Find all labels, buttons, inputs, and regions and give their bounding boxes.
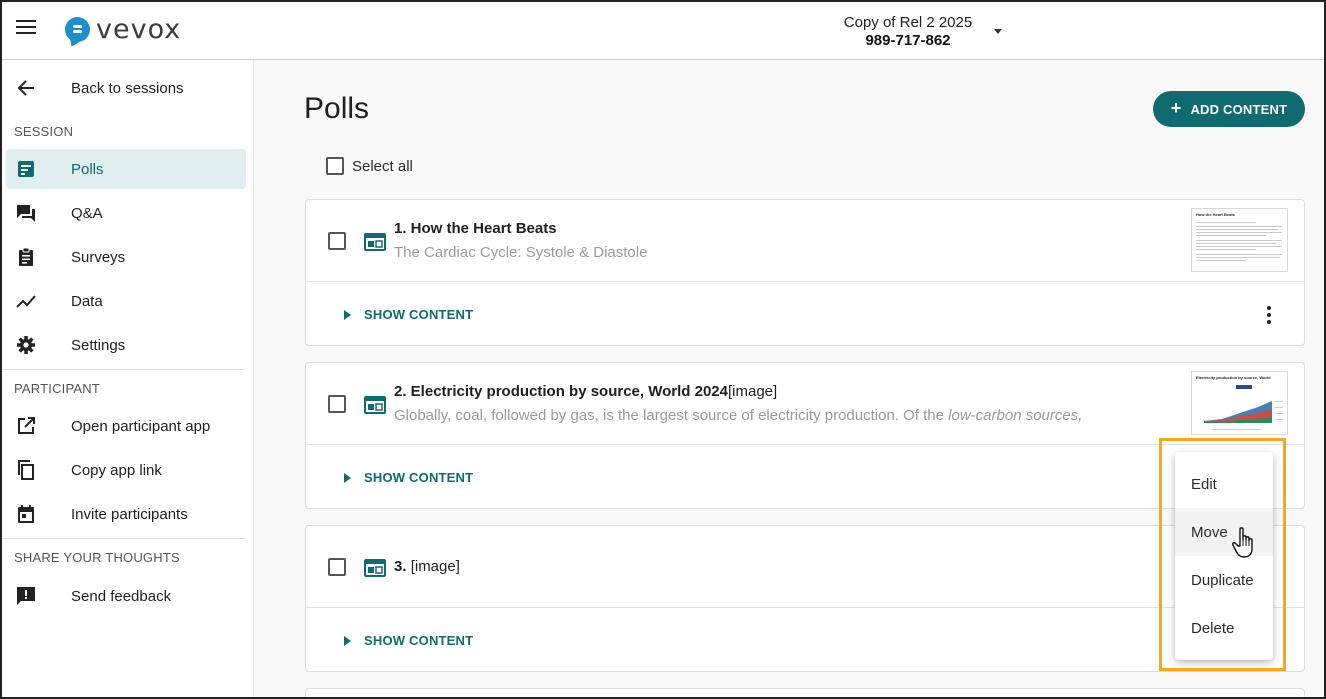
sidebar-item-label: Surveys [71, 248, 126, 266]
card-divider [306, 444, 1304, 445]
show-content-label: SHOW CONTENT [364, 633, 474, 648]
poll-checkbox[interactable] [328, 558, 346, 576]
top-bar: vevox Copy of Rel 2 2025 989-717-862 [2, 2, 1324, 60]
session-name: Copy of Rel 2 2025 [843, 14, 973, 31]
select-all-checkbox[interactable] [326, 157, 344, 175]
sidebar-item-invite-participants[interactable]: Invite participants [6, 494, 246, 534]
page-title: Polls [304, 92, 370, 125]
sidebar-item-polls[interactable]: Polls [6, 149, 246, 189]
poll-card [305, 688, 1305, 697]
app-frame: vevox Copy of Rel 2 2025 989-717-862 Bac… [0, 0, 1326, 699]
menu-item-delete[interactable]: Delete [1175, 604, 1273, 652]
sidebar-item-label: Copy app link [71, 461, 162, 479]
poll-icon [18, 161, 34, 177]
section-participant-heading: PARTICIPANT [14, 381, 100, 396]
menu-item-move[interactable]: Move [1175, 508, 1273, 556]
feedback-icon [17, 587, 35, 605]
poll-title-text: 2. Electricity production by source, Wor… [394, 383, 728, 400]
session-selector[interactable]: Copy of Rel 2 2025 989-717-862 [792, 14, 1024, 49]
show-content-toggle[interactable]: SHOW CONTENT [344, 307, 473, 322]
sidebar-item-surveys[interactable]: Surveys [6, 237, 246, 277]
card-divider [306, 607, 1304, 608]
play-arrow-icon [344, 635, 351, 646]
card-divider [306, 281, 1304, 282]
show-content-toggle[interactable]: SHOW CONTENT [344, 633, 473, 648]
play-arrow-icon [344, 309, 351, 320]
sidebar-divider [2, 369, 245, 370]
thumbnail-title: How the Heart Beats [1196, 212, 1235, 217]
poll-title[interactable]: 1. How the Heart Beats [394, 220, 557, 237]
more-options-icon[interactable] [1259, 306, 1279, 328]
section-session-heading: SESSION [14, 124, 74, 139]
back-label: Back to sessions [71, 79, 184, 97]
trend-icon [16, 295, 36, 308]
subtitle-italic: low-carbon sources, [948, 407, 1083, 424]
poll-type-icon [364, 233, 386, 251]
session-code: 989-717-862 [865, 32, 951, 49]
sidebar-divider [2, 538, 245, 539]
back-to-sessions-link[interactable]: Back to sessions [6, 68, 246, 108]
clipboard-icon [19, 247, 33, 266]
sidebar-item-settings[interactable]: Settings [6, 325, 246, 365]
vevox-logo: vevox [65, 14, 181, 45]
sidebar-item-label: Data [71, 292, 103, 310]
sidebar: Back to sessions SESSION Polls Q&A Surve… [2, 60, 254, 697]
add-content-label: ADD CONTENT [1190, 101, 1288, 117]
poll-card: 1. How the Heart Beats The Cardiac Cycle… [305, 199, 1305, 346]
sidebar-item-label: Open participant app [71, 417, 211, 435]
poll-thumbnail: How the Heart Beats [1191, 208, 1288, 272]
show-content-label: SHOW CONTENT [364, 470, 474, 485]
vevox-logo-icon [65, 17, 90, 42]
show-content-toggle[interactable]: SHOW CONTENT [344, 470, 473, 485]
sidebar-item-data[interactable]: Data [6, 281, 246, 321]
play-arrow-icon [344, 472, 351, 483]
show-content-label: SHOW CONTENT [364, 307, 474, 322]
poll-subtitle: The Cardiac Cycle: Systole & Diastole [394, 244, 648, 261]
menu-item-edit[interactable]: Edit [1175, 460, 1273, 508]
image-tag: [image] [727, 383, 778, 400]
sidebar-item-qa[interactable]: Q&A [6, 193, 246, 233]
section-feedback-heading: SHARE YOUR THOUGHTS [14, 550, 180, 565]
gear-icon [17, 336, 35, 354]
sidebar-item-label: Send feedback [71, 587, 172, 605]
caret-down-icon[interactable] [994, 29, 1002, 34]
poll-checkbox[interactable] [328, 232, 346, 250]
poll-title-text: 3. [394, 558, 411, 575]
poll-card: 3. [image] SHOW CONTENT [305, 525, 1305, 672]
poll-title[interactable]: 2. Electricity production by source, Wor… [394, 383, 777, 400]
poll-type-icon [364, 559, 386, 577]
plus-icon: + [1170, 97, 1182, 118]
sidebar-item-copy-app-link[interactable]: Copy app link [6, 450, 246, 490]
sidebar-item-label: Settings [71, 336, 126, 354]
arrow-left-icon [17, 80, 34, 96]
select-all-label: Select all [352, 158, 413, 175]
image-tag: [image] [410, 558, 460, 575]
add-content-button[interactable]: + ADD CONTENT [1153, 91, 1305, 127]
forum-icon [17, 205, 35, 222]
copy-icon [18, 460, 34, 480]
poll-card: 2. Electricity production by source, Wor… [305, 362, 1305, 509]
subtitle-text: Globally, coal, followed by gas, is the … [394, 407, 949, 424]
open-external-icon [18, 417, 35, 434]
thumbnail-chart [1204, 385, 1283, 430]
poll-subtitle: Globally, coal, followed by gas, is the … [394, 407, 1134, 424]
sidebar-item-label: Polls [71, 160, 104, 178]
sidebar-item-send-feedback[interactable]: Send feedback [6, 576, 246, 616]
app-name: vevox [96, 14, 182, 45]
thumbnail-text-lines [1196, 222, 1282, 261]
thumbnail-title: Electricity production by source, World [1196, 375, 1271, 380]
poll-title[interactable]: 3. [image] [394, 558, 460, 575]
poll-type-icon [364, 396, 386, 414]
sidebar-item-label: Q&A [71, 204, 103, 222]
poll-thumbnail: Electricity production by source, World [1191, 371, 1288, 435]
sidebar-item-open-participant-app[interactable]: Open participant app [6, 406, 246, 446]
calendar-icon [18, 505, 34, 523]
menu-item-duplicate[interactable]: Duplicate [1175, 556, 1273, 604]
poll-checkbox[interactable] [328, 395, 346, 413]
poll-options-menu: Edit Move Duplicate Delete [1175, 452, 1273, 660]
sidebar-item-label: Invite participants [71, 505, 188, 523]
hamburger-menu-icon[interactable] [16, 20, 36, 36]
